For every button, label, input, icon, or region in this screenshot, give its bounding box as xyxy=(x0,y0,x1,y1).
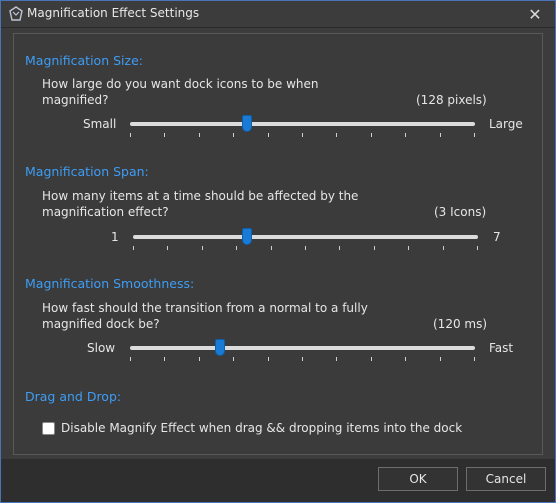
disable-magnify-checkbox-row[interactable]: Disable Magnify Effect when drag && drop… xyxy=(42,420,462,436)
size-slider-tick xyxy=(405,133,406,137)
size-section-header: Magnification Size: xyxy=(25,53,143,68)
size-value: (128 pixels) xyxy=(416,93,487,107)
span-slider-tick xyxy=(167,246,168,250)
span-slider-tick xyxy=(408,246,409,250)
smoothness-slider-tick xyxy=(336,357,337,361)
size-slider-tick xyxy=(164,133,165,137)
smoothness-slider-thumb[interactable] xyxy=(215,339,225,356)
size-min-label: Small xyxy=(83,117,117,131)
size-slider-tick xyxy=(371,133,372,137)
smoothness-max-label: Fast xyxy=(489,341,514,355)
smoothness-min-label: Slow xyxy=(87,341,116,355)
span-slider-tick xyxy=(271,246,272,250)
smoothness-slider-tick xyxy=(199,357,200,361)
smoothness-slider-tick xyxy=(302,357,303,361)
disable-magnify-checkbox[interactable] xyxy=(42,421,55,435)
span-slider-tick xyxy=(305,246,306,250)
size-slider-tick xyxy=(474,133,475,137)
size-slider-tick xyxy=(233,133,234,137)
app-icon xyxy=(9,6,23,21)
smoothness-slider-tick xyxy=(371,357,372,361)
settings-window: Magnification Effect Settings ✕ Magnific… xyxy=(0,0,556,503)
size-slider-tick xyxy=(336,133,337,137)
size-slider-tick xyxy=(130,133,131,137)
close-icon: ✕ xyxy=(528,4,542,24)
ok-button[interactable]: OK xyxy=(378,467,458,491)
smoothness-slider-tick xyxy=(268,357,269,361)
span-slider-tick xyxy=(133,246,134,250)
span-value: (3 Icons) xyxy=(434,205,487,219)
span-min-label: 1 xyxy=(111,230,119,244)
span-slider-thumb[interactable] xyxy=(242,228,252,245)
span-slider-tick xyxy=(339,246,340,250)
size-slider-tick xyxy=(302,133,303,137)
smoothness-value: (120 ms) xyxy=(433,317,488,331)
span-max-label: 7 xyxy=(493,230,501,244)
smoothness-slider-tick xyxy=(474,357,475,361)
smoothness-slider[interactable] xyxy=(130,337,475,361)
span-slider-tick xyxy=(477,246,478,250)
size-slider-tick xyxy=(199,133,200,137)
smoothness-description: How fast should the transition from a no… xyxy=(42,301,368,331)
smoothness-slider-tick xyxy=(440,357,441,361)
close-button[interactable]: ✕ xyxy=(515,1,555,27)
smoothness-slider-tick xyxy=(130,357,131,361)
size-slider-tick xyxy=(268,133,269,137)
span-slider-tick xyxy=(202,246,203,250)
span-description: How many items at a time should be affec… xyxy=(42,189,359,219)
span-section-header: Magnification Span: xyxy=(25,164,149,179)
smoothness-slider-tick xyxy=(233,357,234,361)
cancel-button[interactable]: Cancel xyxy=(466,467,546,491)
size-slider-thumb[interactable] xyxy=(242,115,252,132)
title-bar[interactable]: Magnification Effect Settings ✕ xyxy=(1,1,555,28)
size-slider[interactable] xyxy=(130,113,475,137)
disable-magnify-checkbox-label[interactable]: Disable Magnify Effect when drag && drop… xyxy=(61,421,462,435)
smoothness-slider-track[interactable] xyxy=(130,346,475,350)
window-title: Magnification Effect Settings xyxy=(27,6,200,20)
span-slider[interactable] xyxy=(133,226,478,250)
smoothness-section-header: Magnification Smoothness: xyxy=(25,276,195,291)
size-slider-tick xyxy=(440,133,441,137)
smoothness-slider-tick xyxy=(164,357,165,361)
span-slider-tick xyxy=(236,246,237,250)
size-slider-track[interactable] xyxy=(130,122,475,126)
span-slider-tick xyxy=(443,246,444,250)
size-max-label: Large xyxy=(489,117,523,131)
smoothness-slider-tick xyxy=(405,357,406,361)
drag-drop-section-header: Drag and Drop: xyxy=(25,389,122,404)
span-slider-track[interactable] xyxy=(133,235,478,239)
span-slider-tick xyxy=(374,246,375,250)
size-description: How large do you want dock icons to be w… xyxy=(42,77,319,107)
